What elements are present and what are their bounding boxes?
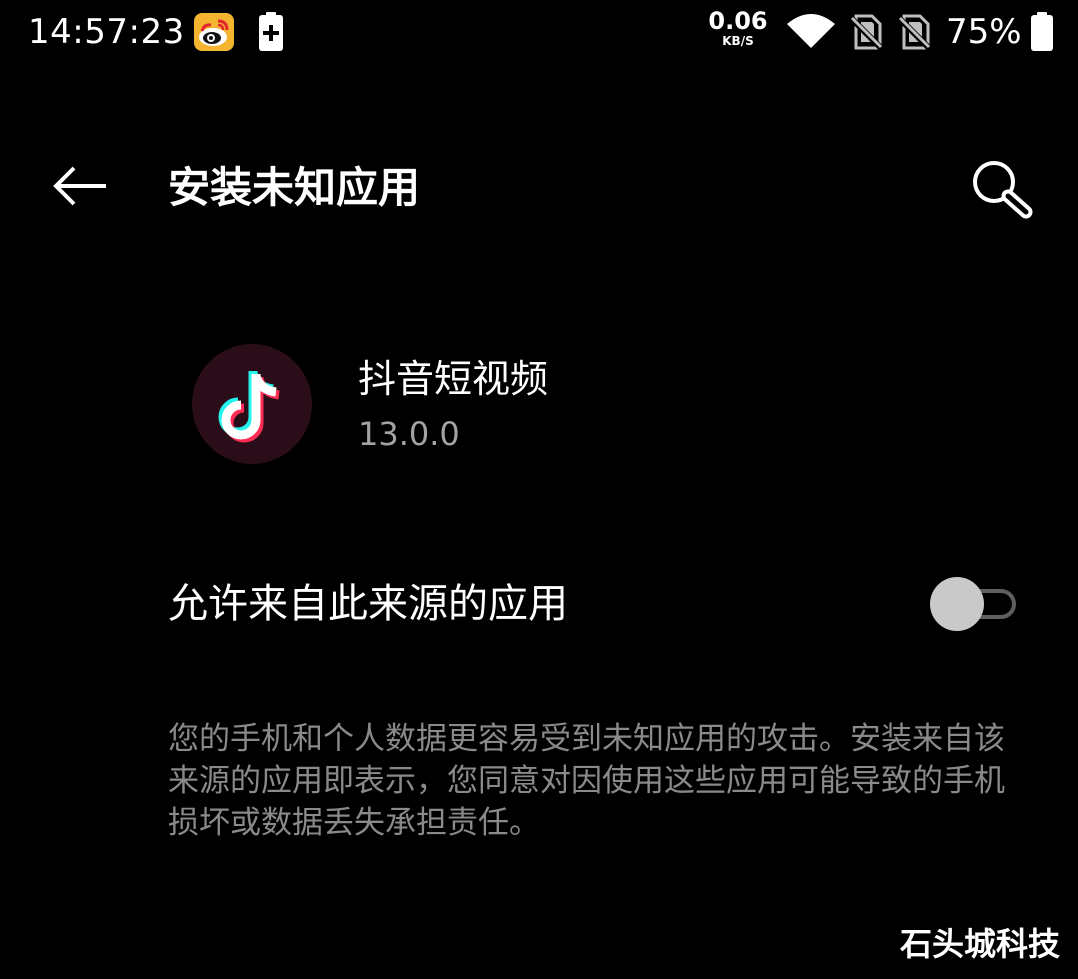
toggle-thumb xyxy=(930,577,984,631)
security-warning: 您的手机和个人数据更容易受到未知应用的攻击。安装来自该来源的应用即表示，您同意对… xyxy=(168,721,1005,841)
wifi-icon xyxy=(787,14,835,48)
no-sim-icon xyxy=(896,14,932,50)
no-sim-icon xyxy=(848,14,884,50)
network-speed-unit: KB/S xyxy=(722,34,754,48)
battery-percent: 75% xyxy=(946,12,1022,52)
allow-unknown-sources-row[interactable]: 允许来自此来源的应用 xyxy=(0,548,1078,664)
battery-icon xyxy=(1031,12,1053,51)
battery-saver-icon xyxy=(259,12,283,51)
network-speed: 0.06 KB/S xyxy=(706,8,770,48)
back-button[interactable] xyxy=(44,152,116,224)
app-version: 13.0.0 xyxy=(358,415,460,453)
allow-unknown-sources-toggle[interactable] xyxy=(928,576,1020,632)
allow-unknown-sources-label: 允许来自此来源的应用 xyxy=(168,581,568,627)
watermark: 石头城科技 xyxy=(899,925,1060,963)
tiktok-icon xyxy=(192,344,312,464)
search-button[interactable] xyxy=(960,148,1040,228)
app-name: 抖音短视频 xyxy=(358,357,549,401)
network-speed-value: 0.06 xyxy=(708,7,768,35)
search-icon xyxy=(973,161,1033,219)
page-title: 安装未知应用 xyxy=(168,163,421,212)
status-time: 14:57:23 xyxy=(28,12,185,52)
status-bar: 14:57:23 0.06 KB/S 75% xyxy=(0,0,1078,64)
arrow-left-icon xyxy=(53,166,106,206)
weibo-icon xyxy=(194,13,234,51)
